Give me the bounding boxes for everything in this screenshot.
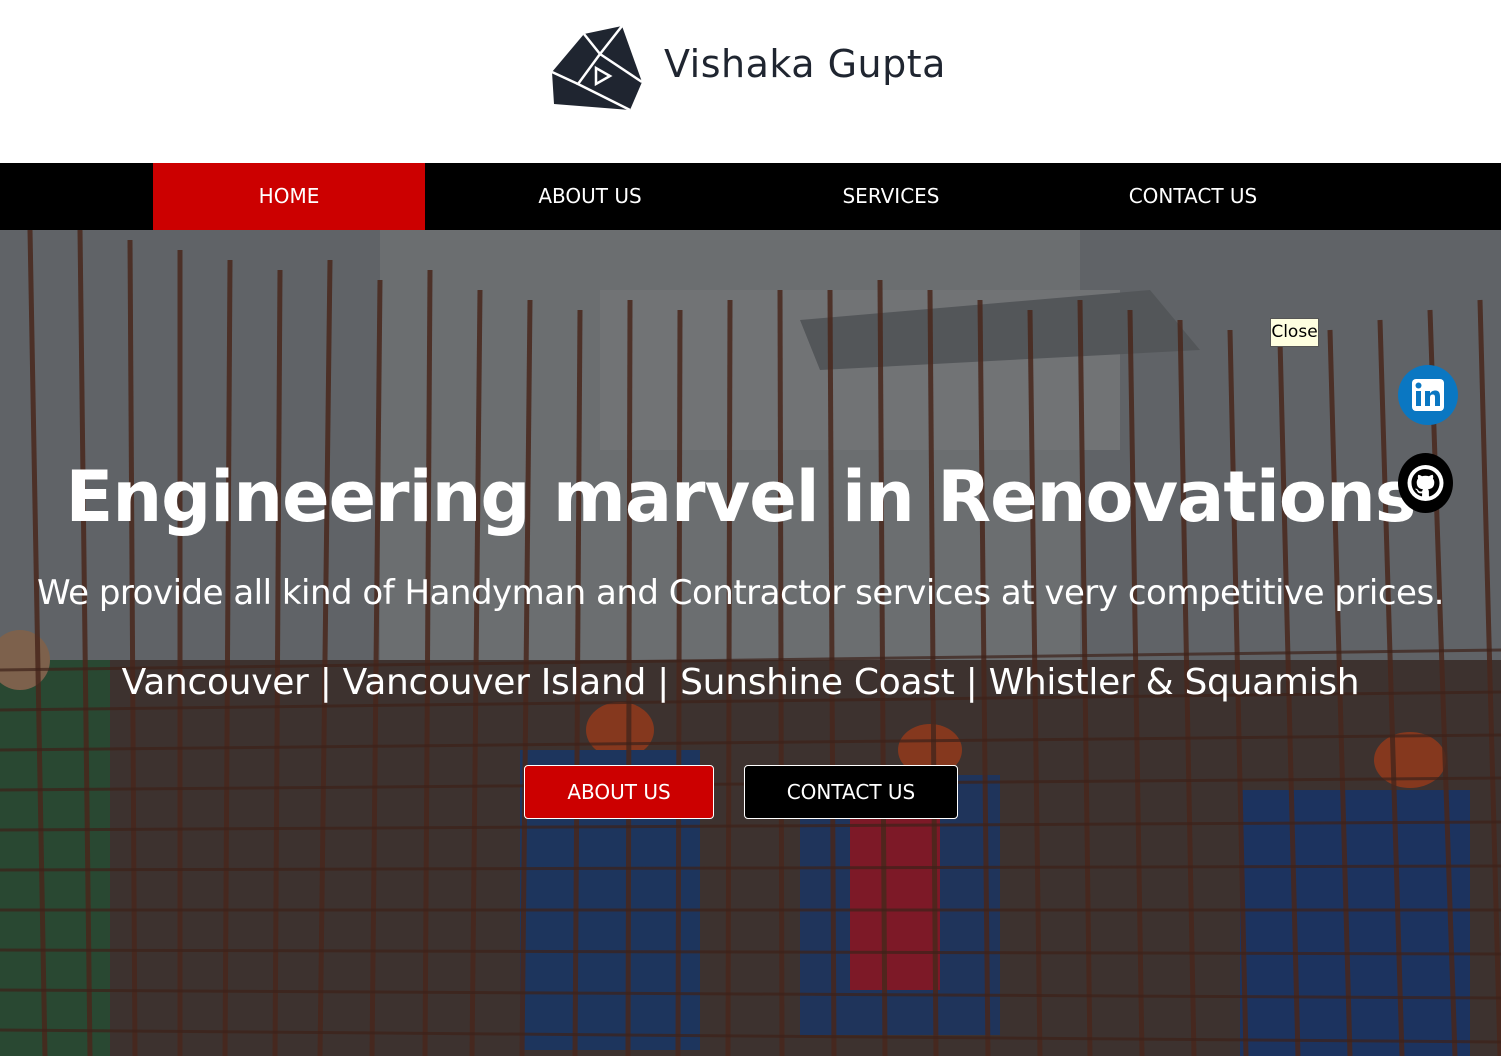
nav-item-contact-us[interactable]: CONTACT US <box>1072 163 1314 230</box>
close-button[interactable]: Close <box>1270 318 1319 347</box>
hero-overlay <box>0 230 1501 1056</box>
contact-us-button[interactable]: CONTACT US <box>744 765 958 819</box>
hero-locations: Vancouver | Vancouver Island | Sunshine … <box>121 662 1360 703</box>
site-header: Vishaka Gupta <box>0 0 1501 163</box>
hero-subtitle: We provide all kind of Handyman and Cont… <box>36 573 1445 613</box>
main-nav: HOME ABOUT US SERVICES CONTACT US <box>0 163 1501 230</box>
linkedin-icon[interactable] <box>1398 365 1458 425</box>
logo-icon[interactable] <box>552 24 642 111</box>
brand-name[interactable]: Vishaka Gupta <box>664 38 946 90</box>
hero-section: Engineering marvel in Renovations We pro… <box>0 230 1501 1056</box>
nav-item-home[interactable]: HOME <box>153 163 425 230</box>
nav-item-about-us[interactable]: ABOUT US <box>470 163 710 230</box>
github-icon[interactable] <box>1398 453 1453 513</box>
nav-item-services[interactable]: SERVICES <box>770 163 1012 230</box>
about-us-button[interactable]: ABOUT US <box>524 765 714 819</box>
hero-title: Engineering marvel in Renovations <box>65 456 1417 538</box>
